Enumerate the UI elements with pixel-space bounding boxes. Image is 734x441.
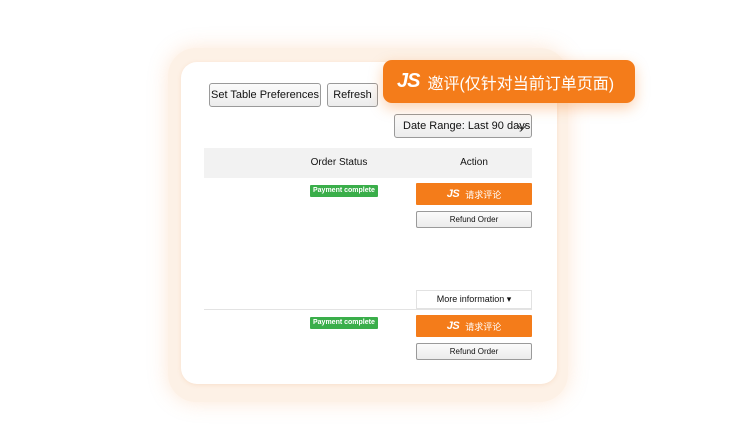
date-range-label: Date Range: Last 90 days [403, 120, 531, 132]
request-review-button[interactable]: JS 请求评论 [416, 183, 532, 205]
js-logo-icon: JS [446, 320, 460, 332]
refund-order-button[interactable]: Refund Order [416, 211, 532, 228]
column-header-action: Action [460, 157, 488, 168]
tooltip-text: 邀评(仅针对当前订单页面) [427, 75, 615, 93]
js-logo-icon: JS [397, 70, 420, 92]
request-review-label: 请求评论 [465, 321, 502, 332]
row-divider [204, 309, 532, 310]
review-tooltip-banner: JS 邀评(仅针对当前订单页面) [383, 60, 635, 103]
request-review-button[interactable]: JS 请求评论 [416, 315, 532, 337]
column-header-order-status: Order Status [310, 157, 368, 168]
status-badge: Payment complete [310, 185, 378, 197]
more-information-button[interactable]: More information ▾ [416, 290, 532, 309]
refund-order-button[interactable]: Refund Order [416, 343, 532, 360]
js-logo-icon: JS [446, 188, 460, 200]
status-badge: Payment complete [310, 317, 378, 329]
date-range-dropdown[interactable]: Date Range: Last 90 days [394, 114, 532, 138]
table-header: Order Status Action [204, 148, 532, 178]
refresh-button[interactable]: Refresh [327, 83, 378, 107]
set-table-preferences-button[interactable]: Set Table Preferences [209, 83, 321, 107]
request-review-label: 请求评论 [465, 189, 502, 200]
